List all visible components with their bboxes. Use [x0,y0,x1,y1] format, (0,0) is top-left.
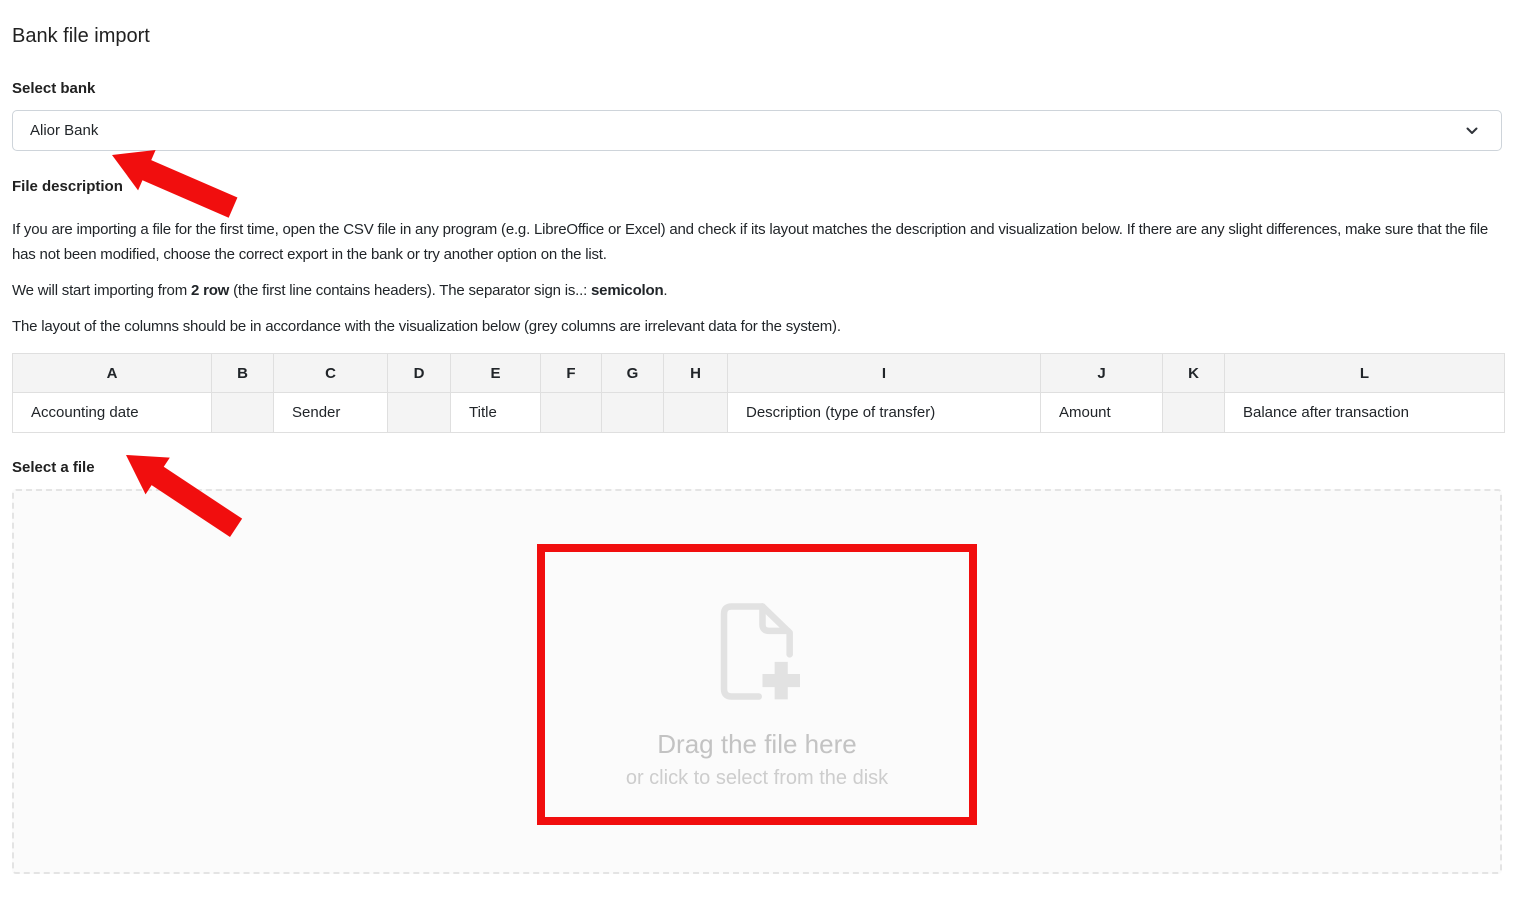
file-dropzone[interactable]: Drag the file here or click to select fr… [12,489,1502,874]
column-cell-irrelevant-f [541,393,602,433]
column-cell-title: Title [451,393,541,433]
column-header-i: I [728,354,1041,393]
bank-select-wrapper: Alior Bank [12,110,1502,151]
import-settings-text: We will start importing from 2 row (the … [12,279,1502,304]
column-header-d: D [388,354,451,393]
column-cell-balance: Balance after transaction [1225,393,1505,433]
column-header-b: B [212,354,274,393]
layout-note-text: The layout of the columns should be in a… [12,315,1502,340]
column-cell-irrelevant-k [1163,393,1225,433]
column-cell-amount: Amount [1041,393,1163,433]
column-cell-accounting-date: Accounting date [13,393,212,433]
column-cell-description: Description (type of transfer) [728,393,1041,433]
description-intro-text: If you are importing a file for the firs… [12,218,1502,267]
column-header-j: J [1041,354,1163,393]
column-header-c: C [274,354,388,393]
columns-visualization-table: A B C D E F G H I J K L Accounting date … [12,353,1505,433]
select-file-label: Select a file [12,460,1502,476]
import-separator: semicolon [591,282,663,299]
column-cell-irrelevant-g [602,393,664,433]
column-cell-irrelevant-b [212,393,274,433]
column-cell-sender: Sender [274,393,388,433]
table-field-row: Accounting date Sender Title Description… [13,393,1505,433]
column-header-k: K [1163,354,1225,393]
import-middle: (the first line contains headers). The s… [229,282,591,299]
bank-select[interactable]: Alior Bank [12,110,1502,151]
import-prefix: We will start importing from [12,282,191,299]
import-start-row: 2 row [191,282,229,299]
file-description-heading: File description [12,179,1502,195]
column-header-e: E [451,354,541,393]
select-bank-label: Select bank [12,81,1502,97]
column-header-f: F [541,354,602,393]
import-suffix: . [663,282,667,299]
dropzone-drag-text: Drag the file here [657,729,856,759]
table-header-row: A B C D E F G H I J K L [13,354,1505,393]
file-add-icon [710,599,804,704]
column-header-h: H [664,354,728,393]
bank-file-import-page: Bank file import Select bank Alior Bank … [0,24,1514,874]
column-header-l: L [1225,354,1505,393]
dropzone-content: Drag the file here or click to select fr… [626,599,888,790]
column-header-a: A [13,354,212,393]
column-cell-irrelevant-d [388,393,451,433]
dropzone-click-text: or click to select from the disk [626,767,888,790]
page-title: Bank file import [12,24,1502,48]
column-cell-irrelevant-h [664,393,728,433]
column-header-g: G [602,354,664,393]
